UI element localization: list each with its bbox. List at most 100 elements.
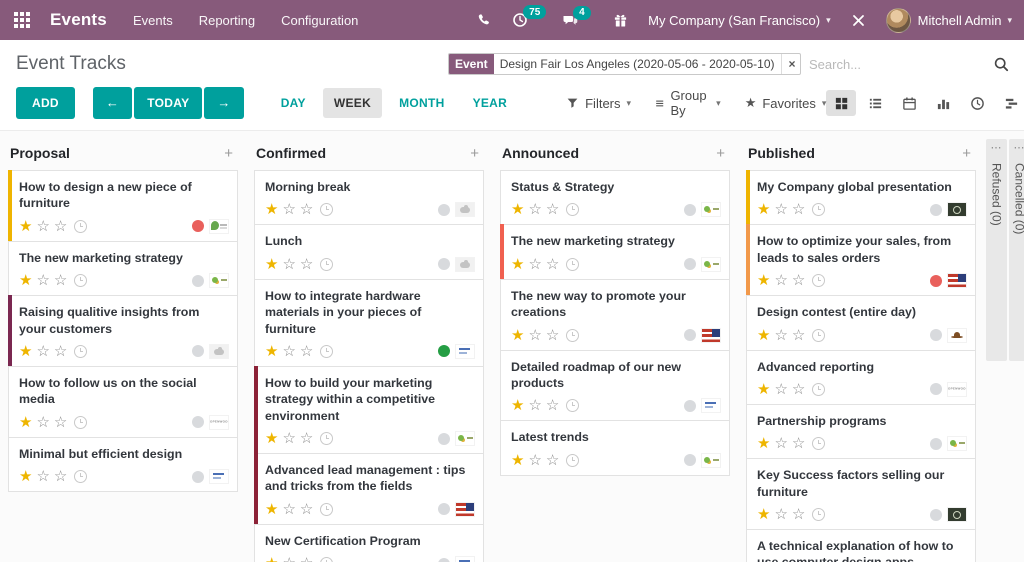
activity-clock-icon[interactable] [566,203,580,217]
rating-star-icon[interactable]: ☆ [546,453,559,468]
kanban-state-dot[interactable] [438,432,450,445]
activity-clock-icon[interactable] [812,508,826,521]
rating-star-icon[interactable]: ★ [265,257,278,272]
company-switcher[interactable]: My Company (San Francisco) ▾ [648,13,830,28]
rating-star-icon[interactable]: ☆ [546,398,559,413]
rating-star-icon[interactable]: ☆ [546,257,559,272]
rating-star-icon[interactable]: ☆ [528,453,541,468]
kanban-state-dot[interactable] [930,437,942,450]
rating-star-icon[interactable]: ☆ [300,257,313,272]
filters-dropdown[interactable]: Filters ▾ [566,96,631,111]
kanban-card[interactable]: Status & Strategy ★ ☆ ☆ [500,170,730,226]
kanban-state-dot[interactable] [192,220,204,233]
activity-clock-icon[interactable] [812,203,826,217]
rating-star-icon[interactable]: ☆ [792,436,805,451]
kanban-card[interactable]: Design contest (entire day) ★ ☆ ☆ [746,295,976,351]
rating-star-icon[interactable]: ☆ [792,273,805,288]
kanban-card[interactable]: The new marketing strategy ★ ☆ ☆ [8,240,238,297]
rating-star-icon[interactable]: ☆ [774,328,787,343]
gantt-view-button[interactable] [996,90,1024,116]
rating-star-icon[interactable]: ★ [265,202,278,217]
quick-add-icon[interactable]: + [959,146,974,161]
activity-clock-icon[interactable] [320,257,334,271]
debug-tools-icon[interactable] [851,13,866,28]
rating-star-icon[interactable]: ☆ [36,273,49,288]
kanban-state-dot[interactable] [684,399,696,412]
kanban-card[interactable]: How to optimize your sales, from leads t… [746,224,976,297]
phone-icon[interactable] [477,13,492,28]
gift-icon[interactable] [613,13,628,28]
kanban-card[interactable]: New Certification Program ★ ☆ ☆ [254,523,484,562]
graph-view-button[interactable] [928,90,958,116]
activity-clock-icon[interactable] [74,219,88,233]
search-input[interactable] [801,52,993,76]
rating-star-icon[interactable]: ☆ [54,344,67,359]
kanban-state-dot[interactable] [192,274,204,287]
rating-star-icon[interactable]: ☆ [528,202,541,217]
menu-events[interactable]: Events [133,13,173,28]
activity-clock-icon[interactable] [812,328,826,342]
kanban-card[interactable]: Partnership programs ★ ☆ ☆ [746,403,976,460]
kanban-card[interactable]: Advanced reporting ★ ☆ ☆ [746,349,976,405]
kanban-card[interactable]: How to build your marketing strategy wit… [254,365,484,455]
kanban-card[interactable]: Minimal but efficient design ★ ☆ ☆ [8,436,238,492]
next-button[interactable]: → [204,87,244,119]
rating-star-icon[interactable]: ☆ [546,202,559,217]
rating-star-icon[interactable]: ★ [757,436,770,451]
rating-star-icon[interactable]: ★ [511,202,524,217]
activity-clock-icon[interactable] [320,502,334,516]
kanban-card[interactable]: A technical explanation of how to use co… [746,529,976,562]
rating-star-icon[interactable]: ★ [265,344,278,359]
kanban-state-dot[interactable] [438,258,450,271]
column-menu-icon[interactable]: ⋯ [1014,143,1024,154]
favorites-dropdown[interactable]: ★ Favorites ▾ [745,95,827,111]
activity-clock-icon[interactable] [566,453,580,467]
kanban-card[interactable]: My Company global presentation ★ ☆ ☆ [746,170,976,226]
rating-star-icon[interactable]: ☆ [36,415,49,430]
rating-star-icon[interactable]: ☆ [792,382,805,397]
folded-column-refused[interactable]: ⋯ Refused (0) [986,139,1007,361]
rating-star-icon[interactable]: ☆ [54,469,67,484]
rating-star-icon[interactable]: ☆ [300,556,313,562]
activity-clock-icon[interactable] [74,274,88,288]
activity-clock-icon[interactable] [74,415,88,429]
folded-column-cancelled[interactable]: ⋯ Cancelled (0) [1009,139,1024,361]
rating-star-icon[interactable]: ★ [265,431,278,446]
kanban-card[interactable]: Advanced lead management : tips and tric… [254,453,484,525]
activity-clock-icon[interactable] [812,437,826,451]
kanban-state-dot[interactable] [438,203,450,216]
rating-star-icon[interactable]: ☆ [300,344,313,359]
rating-star-icon[interactable]: ☆ [774,202,787,217]
user-menu[interactable]: Mitchell Admin ▾ [885,7,1012,33]
kanban-card[interactable]: How to integrate hardware materials in y… [254,278,484,367]
kanban-state-dot[interactable] [930,508,942,521]
kanban-state-dot[interactable] [684,203,696,216]
quick-add-icon[interactable]: + [221,146,236,161]
rating-star-icon[interactable]: ★ [511,453,524,468]
rating-star-icon[interactable]: ☆ [774,507,787,522]
rating-star-icon[interactable]: ☆ [282,556,295,562]
rating-star-icon[interactable]: ☆ [300,202,313,217]
quick-add-icon[interactable]: + [713,146,728,161]
rating-star-icon[interactable]: ☆ [282,502,295,517]
activity-clock-icon[interactable] [320,432,334,445]
activity-clock-icon[interactable] [320,557,334,562]
add-button[interactable]: ADD [16,87,75,119]
activity-clock-icon[interactable] [74,344,88,358]
activities-icon[interactable]: 75 [512,5,547,28]
rating-star-icon[interactable]: ★ [265,502,278,517]
rating-star-icon[interactable]: ☆ [282,431,295,446]
kanban-state-dot[interactable] [438,345,450,358]
rating-star-icon[interactable]: ★ [511,328,524,343]
rating-star-icon[interactable]: ☆ [36,344,49,359]
search-icon[interactable] [993,56,1010,73]
rating-star-icon[interactable]: ☆ [282,344,295,359]
rating-star-icon[interactable]: ☆ [54,219,67,234]
kanban-state-dot[interactable] [684,329,696,341]
kanban-state-dot[interactable] [930,329,942,341]
rating-star-icon[interactable]: ☆ [528,328,541,343]
rating-star-icon[interactable]: ☆ [528,398,541,413]
rating-star-icon[interactable]: ☆ [774,273,787,288]
rating-star-icon[interactable]: ☆ [282,202,295,217]
scale-day-button[interactable]: DAY [270,88,317,118]
